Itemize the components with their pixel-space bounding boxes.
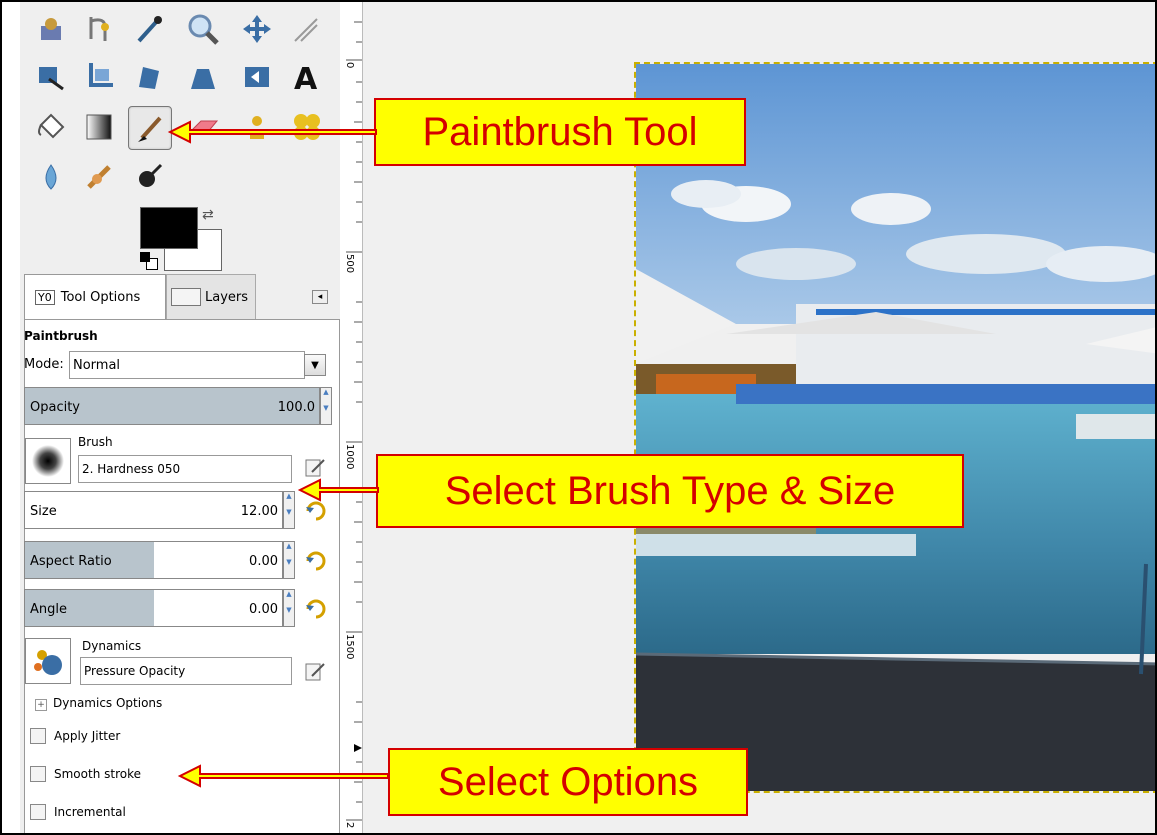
angle-value: 0.00: [249, 602, 278, 617]
tool-name: Paintbrush: [24, 329, 98, 343]
ruler-mark-2: 2: [344, 822, 355, 829]
path-icon[interactable]: [78, 8, 120, 50]
blur-icon[interactable]: [30, 156, 72, 198]
chevron-down-icon[interactable]: ▼: [304, 354, 326, 376]
brush-preview[interactable]: [25, 438, 71, 484]
dynamics-preview[interactable]: [25, 638, 71, 684]
dodge-burn-icon[interactable]: [128, 156, 170, 198]
ruler-mark-0: 0: [344, 62, 355, 69]
edit-brush-icon[interactable]: [304, 456, 326, 478]
flip-icon[interactable]: [236, 56, 278, 98]
brush-value: 2. Hardness 050: [82, 462, 181, 476]
smooth-stroke-checkbox[interactable]: [30, 766, 46, 782]
callout-arrow-options: [177, 764, 389, 788]
mode-value: Normal: [73, 357, 121, 373]
incremental-label: Incremental: [54, 805, 126, 819]
dynamics-options-label[interactable]: Dynamics Options: [53, 696, 162, 710]
screenshot-frame: A ⇄ Y0 Tool Options Layers ◂ Paintbrush …: [0, 0, 1157, 835]
text-icon[interactable]: A: [286, 56, 328, 98]
scale-icon[interactable]: [182, 56, 224, 98]
foreground-color-swatch[interactable]: [140, 207, 198, 249]
smooth-stroke-label: Smooth stroke: [54, 767, 141, 781]
size-spinner[interactable]: ▲ ▼: [283, 491, 295, 529]
move-icon[interactable]: [236, 8, 278, 50]
callout-arrow-brush: [297, 478, 379, 502]
ruler-mark-1000: 1000: [344, 444, 355, 470]
dynamics-select[interactable]: Pressure Opacity: [80, 657, 292, 685]
angle-spinner[interactable]: ▲ ▼: [283, 589, 295, 627]
callout-select-options: Select Options: [388, 748, 748, 816]
opacity-slider[interactable]: Opacity 100.0: [24, 387, 320, 425]
mode-select[interactable]: Normal: [69, 351, 305, 379]
opacity-label: Opacity: [30, 400, 81, 415]
tab-tool-options-label: Tool Options: [60, 290, 141, 305]
aspect-ratio-value: 0.00: [249, 554, 278, 569]
rotate-icon[interactable]: [128, 56, 170, 98]
tab-layers[interactable]: Layers: [166, 274, 256, 320]
expand-dynamics-options-icon[interactable]: +: [35, 699, 47, 711]
aspect-ratio-slider[interactable]: Aspect Ratio 0.00: [24, 541, 283, 579]
color-picker-icon[interactable]: [128, 8, 170, 50]
aspect-ratio-spinner[interactable]: ▲ ▼: [283, 541, 295, 579]
opacity-spinner[interactable]: ▲ ▼: [320, 387, 332, 425]
callout-options-text: Select Options: [437, 759, 699, 804]
dynamics-value: Pressure Opacity: [84, 664, 186, 678]
dynamics-label: Dynamics: [82, 639, 142, 653]
callout-arrow-paintbrush: [167, 120, 377, 144]
callout-paintbrush-tool: Paintbrush Tool: [374, 98, 746, 166]
tool-options-tab-icon: Y0: [35, 290, 55, 305]
brush-label: Brush: [78, 435, 113, 449]
angle-label: Angle: [30, 602, 67, 617]
callout-brush-text: Select Brush Type & Size: [444, 468, 896, 513]
clone-stamp-icon[interactable]: [30, 8, 72, 50]
apply-jitter-label: Apply Jitter: [54, 729, 121, 743]
svg-text:A: A: [294, 62, 318, 93]
measure-icon[interactable]: [286, 8, 328, 50]
image-canvas[interactable]: [634, 62, 1155, 793]
ruler-mark-1500: 1500: [344, 634, 355, 660]
size-label: Size: [30, 504, 57, 519]
layers-tab-icon: [171, 288, 201, 306]
aspect-ratio-label: Aspect Ratio: [30, 554, 112, 569]
angle-slider[interactable]: Angle 0.00: [24, 589, 283, 627]
smudge-icon[interactable]: [78, 156, 120, 198]
tab-layers-label: Layers: [205, 289, 249, 305]
mode-label: Mode:: [24, 357, 64, 372]
tab-tool-options[interactable]: Y0 Tool Options: [24, 274, 166, 320]
reset-angle-icon[interactable]: [304, 597, 326, 619]
ruler-mark-500: 500: [344, 254, 355, 274]
bucket-fill-icon[interactable]: [30, 106, 72, 148]
brush-select[interactable]: 2. Hardness 050: [78, 455, 292, 483]
edit-dynamics-icon[interactable]: [304, 660, 326, 682]
callout-paintbrush-text: Paintbrush Tool: [422, 109, 698, 154]
zoom-icon[interactable]: [182, 8, 224, 50]
size-value: 12.00: [240, 504, 278, 519]
tab-menu-icon[interactable]: ◂: [312, 290, 328, 304]
reset-aspect-ratio-icon[interactable]: [304, 549, 326, 571]
callout-brush-type-size: Select Brush Type & Size: [376, 454, 964, 528]
size-slider[interactable]: Size 12.00: [24, 491, 283, 529]
align-icon[interactable]: [30, 56, 72, 98]
crop-icon[interactable]: [78, 56, 120, 98]
swap-colors-icon[interactable]: ⇄: [202, 207, 214, 223]
opacity-value: 100.0: [277, 400, 315, 415]
blend-icon[interactable]: [78, 106, 120, 148]
incremental-checkbox[interactable]: [30, 804, 46, 820]
apply-jitter-checkbox[interactable]: [30, 728, 46, 744]
